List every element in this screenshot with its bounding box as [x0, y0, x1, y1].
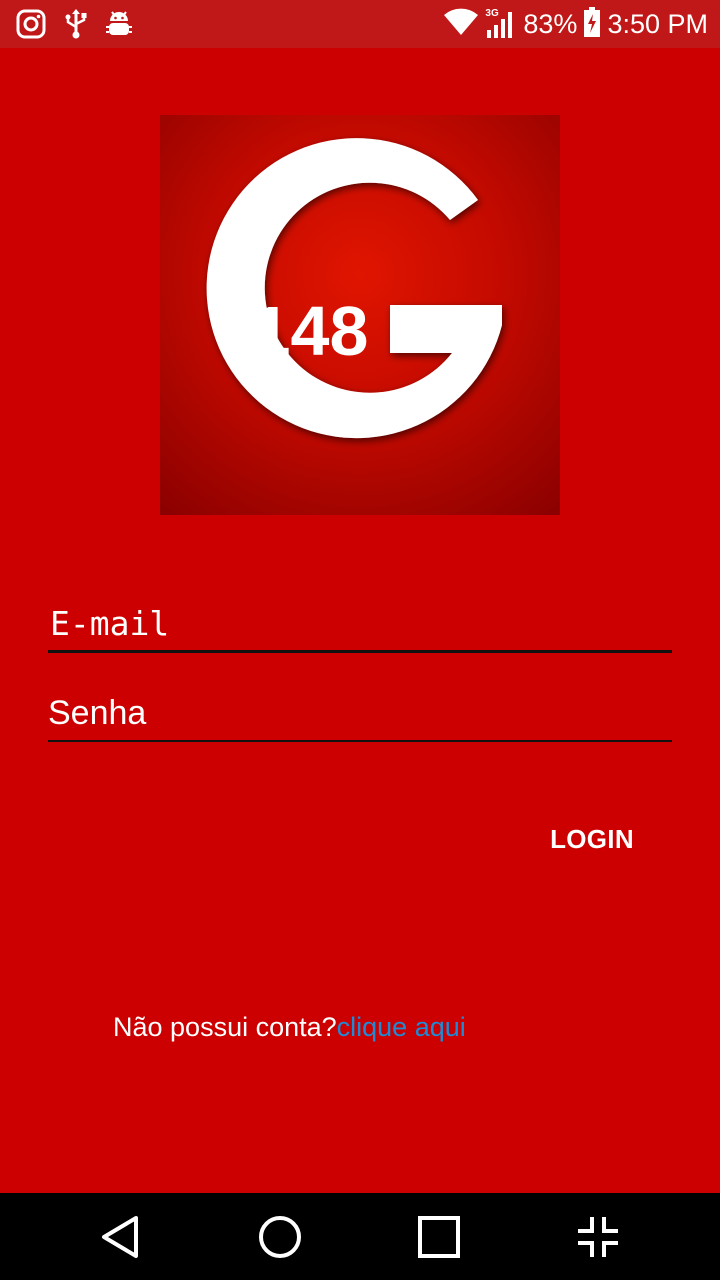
signup-link[interactable]: clique aqui	[337, 1012, 466, 1042]
navigation-bar	[0, 1193, 720, 1280]
signup-prompt-text: Não possui conta?	[113, 1012, 337, 1042]
clock: 3:50 PM	[607, 8, 708, 39]
app-logo: 148	[160, 115, 560, 515]
android-debug-icon	[106, 9, 132, 44]
recents-icon	[418, 1215, 460, 1258]
fullscreen-exit-button[interactable]	[553, 1193, 643, 1280]
wifi-icon	[443, 8, 479, 41]
password-field[interactable]: Senha	[48, 690, 672, 742]
battery-percentage: 83%	[523, 8, 578, 39]
usb-icon	[64, 8, 88, 45]
recents-button[interactable]	[394, 1193, 484, 1280]
home-button[interactable]	[235, 1193, 325, 1280]
login-button[interactable]: LOGIN	[530, 812, 654, 866]
back-button[interactable]	[75, 1193, 165, 1280]
home-icon	[259, 1215, 301, 1258]
instagram-icon	[16, 9, 46, 44]
battery-charging-icon	[583, 6, 601, 43]
password-placeholder: Senha	[48, 694, 147, 732]
logo-number: 148	[252, 292, 369, 370]
email-placeholder: E-mail	[50, 604, 170, 643]
signal-icon: 3G	[485, 8, 517, 40]
email-field[interactable]: E-mail	[48, 598, 672, 653]
fullscreen-exit-icon	[578, 1216, 618, 1257]
status-bar: 3G 83% 3:50 PM	[0, 0, 720, 48]
back-icon	[102, 1215, 138, 1258]
